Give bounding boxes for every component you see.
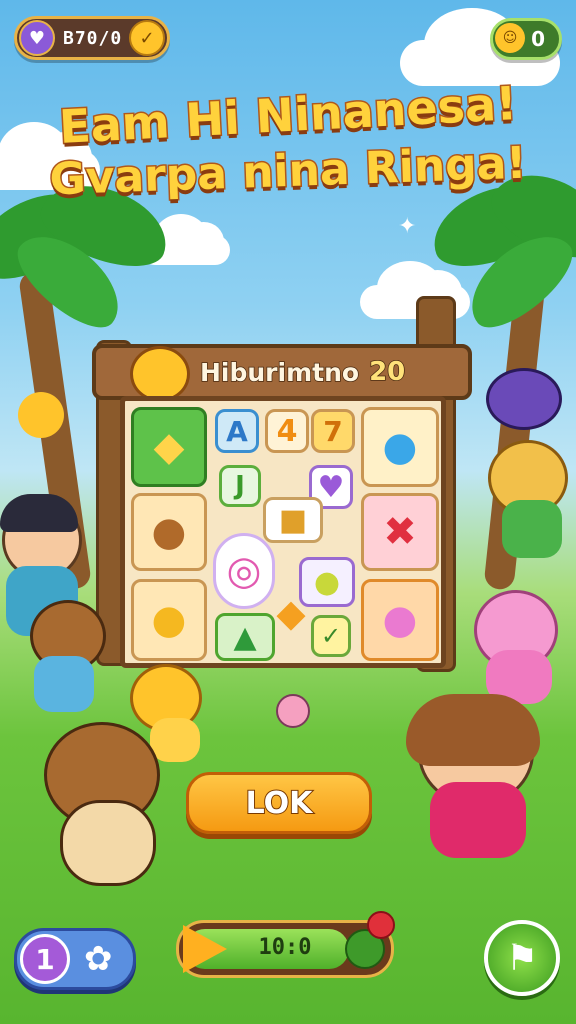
red-bow-icon: ✖: [383, 509, 417, 555]
purple-heart-icon: ♥: [317, 469, 345, 505]
tile-check[interactable]: ✓: [311, 615, 351, 657]
play-button[interactable]: LOK: [186, 772, 372, 834]
tile-number-4[interactable]: 4: [265, 409, 309, 453]
tile-treasure-chest[interactable]: ■: [263, 497, 323, 543]
gem-value: 0: [531, 27, 545, 51]
rainbow-crystal-icon: ◆: [153, 424, 185, 470]
play-button-label: LOK: [245, 785, 314, 822]
tile-blue-jelly[interactable]: ●: [361, 407, 439, 487]
level-number: 1: [35, 942, 55, 976]
rainbow-swirl-candy-icon: ◎: [226, 548, 262, 594]
game-scene: ♥ B70/0 ✓ ☺ 0 Eam Hi Ninanesa! Gvarpa ni…: [0, 0, 576, 1024]
purple-hippo-character: [486, 368, 562, 430]
tile-yellow-bear[interactable]: ●: [131, 579, 207, 661]
brown-bear-tile: ●: [151, 509, 187, 555]
level-settings-panel[interactable]: 1 ✿: [14, 928, 136, 990]
red-berry-icon: [367, 911, 395, 939]
yellow-bear-tile: ●: [151, 597, 187, 643]
tile-rainbow-swirl[interactable]: ◎: [213, 533, 275, 609]
shield-icon: ♥: [19, 20, 55, 56]
coin-counter[interactable]: ♥ B70/0 ✓: [14, 16, 170, 60]
tile-green-j[interactable]: J: [219, 465, 261, 507]
flag-button[interactable]: ⚑: [484, 920, 560, 996]
tile-orange-gem[interactable]: ◆: [271, 591, 311, 635]
energy-bar[interactable]: 10:0: [176, 911, 395, 978]
flag-icon: ⚑: [505, 937, 539, 979]
sparkle-icon: ✦: [398, 214, 417, 239]
letter-a-tile: A: [226, 414, 248, 448]
tile-green-crocodile[interactable]: ▲: [215, 613, 275, 661]
coin-plus-icon[interactable]: ✓: [129, 20, 165, 56]
check-tile: ✓: [320, 622, 342, 650]
level-badge[interactable]: 1: [20, 934, 70, 984]
pink-cat-tile: ●: [382, 597, 418, 643]
tile-rainbow-crystal[interactable]: ◆: [131, 407, 207, 487]
tile-pink-cat[interactable]: ●: [361, 579, 439, 661]
yellow-lion-body: [502, 500, 562, 558]
yellow-cat-body: [150, 718, 200, 762]
tile-brown-bear[interactable]: ●: [131, 493, 207, 571]
treasure-chest-icon: ■: [278, 502, 308, 538]
sign-score: 20: [368, 356, 406, 388]
match-board: ◆ A 4 7 ● J ♥ ● ■ ✖ ◎ ● ● ▲ ◆ ✓ ●: [120, 396, 446, 668]
number-4-tile: 4: [276, 413, 298, 449]
blue-jelly-icon: ●: [382, 424, 418, 470]
orange-gem-icon: ◆: [276, 591, 306, 635]
tile-number-7[interactable]: 7: [311, 409, 355, 453]
number-7-tile: 7: [323, 414, 343, 448]
gem-face-icon: ☺: [495, 23, 525, 53]
sign-label: Hiburimtno: [199, 357, 360, 388]
star-character: [18, 392, 64, 438]
girl-hair: [406, 694, 540, 766]
flower-gear-icon[interactable]: ✿: [84, 939, 113, 979]
small-bear-body: [34, 656, 94, 712]
gem-counter[interactable]: ☺ 0: [490, 18, 562, 60]
girl-body: [430, 782, 526, 858]
green-crocodile-icon: ▲: [233, 619, 257, 655]
coin-value: B70/0: [63, 27, 123, 49]
green-j-tile: J: [235, 471, 245, 501]
brown-bear-body: [60, 800, 156, 886]
sun-face-icon: [130, 346, 190, 402]
candy-pair-icon: ●: [313, 564, 341, 600]
tile-letter-a[interactable]: A: [215, 409, 259, 453]
candy-icon: [276, 694, 310, 728]
tile-red-bow[interactable]: ✖: [361, 493, 439, 571]
boy-hair: [0, 494, 78, 532]
